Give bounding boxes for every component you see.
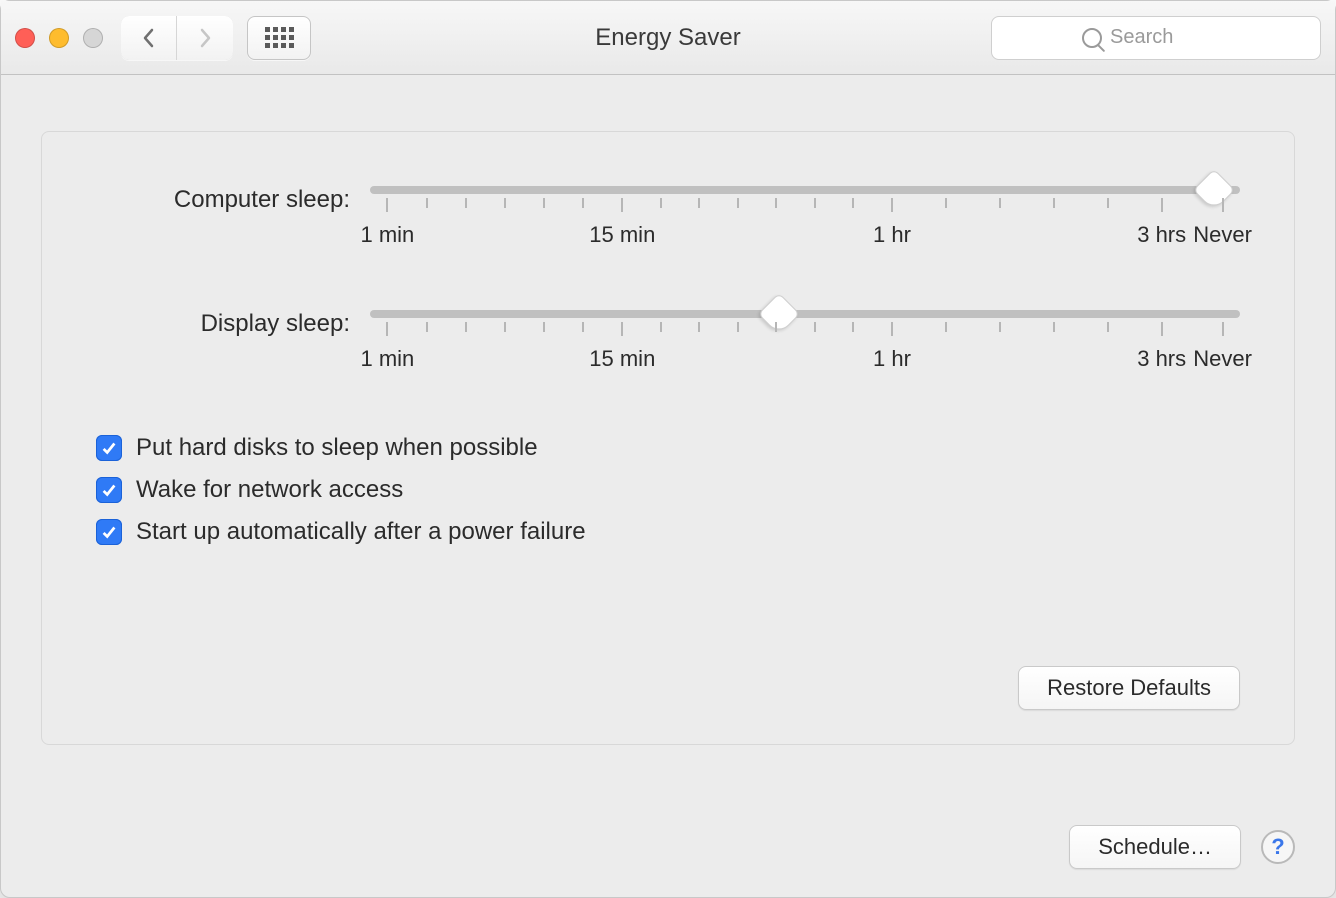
tick-major — [621, 198, 623, 212]
zoom-window-icon — [83, 28, 103, 48]
energy-saver-window: Energy Saver Computer sleep: 1 min 15 min… — [0, 0, 1336, 898]
tick-minor — [660, 322, 662, 332]
restore-row: Restore Defaults — [96, 666, 1240, 710]
settings-panel: Computer sleep: 1 min 15 min 1 hr 3 hrs Neve… — [41, 131, 1295, 745]
slider-tick-label: 1 hr — [873, 346, 911, 372]
restore-defaults-button[interactable]: Restore Defaults — [1018, 666, 1240, 710]
auto-start-checkbox-row[interactable]: Start up automatically after a power fai… — [96, 518, 1240, 546]
tick-minor — [737, 322, 739, 332]
tick-minor — [999, 322, 1001, 332]
tick-minor — [775, 322, 777, 332]
tick-major — [891, 198, 893, 212]
display-sleep-label: Display sleep: — [96, 310, 370, 338]
tick-major — [1161, 198, 1163, 212]
slider-tick-label: 3 hrs — [1137, 222, 1186, 248]
hard-disks-checkbox-row[interactable]: Put hard disks to sleep when possible — [96, 434, 1240, 462]
help-button[interactable]: ? — [1261, 830, 1295, 864]
window-controls — [15, 28, 103, 48]
display-sleep-slider[interactable]: 1 min15 min1 hr3 hrsNever — [370, 310, 1240, 374]
hard-disks-label: Put hard disks to sleep when possible — [136, 434, 538, 462]
tick-minor — [543, 322, 545, 332]
tick-minor — [465, 198, 467, 208]
wake-network-label: Wake for network access — [136, 476, 403, 504]
tick-minor — [814, 198, 816, 208]
slider-tick-label: 15 min — [589, 222, 655, 248]
tick-major — [386, 322, 388, 336]
chevron-left-icon — [141, 26, 157, 50]
tick-minor — [504, 198, 506, 208]
checkmark-icon — [100, 523, 118, 541]
tick-minor — [814, 322, 816, 332]
search-input[interactable] — [1110, 26, 1230, 49]
slider-ticks — [370, 198, 1240, 216]
tick-minor — [698, 198, 700, 208]
tick-minor — [1053, 322, 1055, 332]
tick-minor — [945, 322, 947, 332]
slider-tick-label: 3 hrs — [1137, 346, 1186, 372]
content-area: Computer sleep: 1 min 15 min 1 hr 3 hrs Neve… — [1, 75, 1335, 897]
tick-major — [621, 322, 623, 336]
computer-sleep-row: Computer sleep: 1 min15 min1 hr3 hrsNeve… — [96, 186, 1240, 250]
nav-back-forward — [121, 16, 233, 60]
tick-major — [386, 198, 388, 212]
tick-major — [891, 322, 893, 336]
computer-sleep-label: Computer sleep: — [96, 186, 370, 214]
back-button[interactable] — [121, 16, 177, 60]
slider-tick-label: 15 min — [589, 346, 655, 372]
footer-row: Schedule… ? — [41, 795, 1295, 869]
tick-minor — [737, 198, 739, 208]
tick-minor — [426, 322, 428, 332]
slider-labels: 1 min15 min1 hr3 hrsNever — [370, 222, 1240, 250]
schedule-button[interactable]: Schedule… — [1069, 825, 1241, 869]
tick-minor — [852, 322, 854, 332]
tick-minor — [852, 198, 854, 208]
help-icon: ? — [1271, 834, 1284, 860]
titlebar: Energy Saver — [1, 1, 1335, 75]
tick-minor — [543, 198, 545, 208]
slider-tick-label: 1 min — [360, 346, 414, 372]
computer-sleep-slider[interactable]: 1 min15 min1 hr3 hrsNever — [370, 186, 1240, 250]
slider-track — [370, 186, 1240, 194]
tick-minor — [660, 198, 662, 208]
tick-minor — [1053, 198, 1055, 208]
slider-track — [370, 310, 1240, 318]
checkbox-checked-icon[interactable] — [96, 477, 122, 503]
slider-labels: 1 min15 min1 hr3 hrsNever — [370, 346, 1240, 374]
tick-minor — [1107, 198, 1109, 208]
search-field[interactable] — [991, 16, 1321, 60]
checkmark-icon — [100, 481, 118, 499]
chevron-right-icon — [197, 26, 213, 50]
checkbox-group: Put hard disks to sleep when possible Wa… — [96, 434, 1240, 546]
minimize-window-icon[interactable] — [49, 28, 69, 48]
grid-icon — [265, 27, 294, 48]
slider-ticks — [370, 322, 1240, 340]
tick-minor — [1107, 322, 1109, 332]
forward-button — [177, 16, 233, 60]
tick-major — [1222, 322, 1224, 336]
checkbox-checked-icon[interactable] — [96, 519, 122, 545]
tick-minor — [582, 198, 584, 208]
tick-minor — [775, 198, 777, 208]
show-all-button[interactable] — [247, 16, 311, 60]
slider-tick-label: 1 hr — [873, 222, 911, 248]
checkbox-checked-icon[interactable] — [96, 435, 122, 461]
tick-minor — [582, 322, 584, 332]
slider-tick-label: 1 min — [360, 222, 414, 248]
slider-tick-label: Never — [1193, 346, 1252, 372]
tick-minor — [426, 198, 428, 208]
tick-minor — [945, 198, 947, 208]
auto-start-label: Start up automatically after a power fai… — [136, 518, 586, 546]
tick-major — [1222, 198, 1224, 212]
tick-minor — [999, 198, 1001, 208]
tick-major — [1161, 322, 1163, 336]
slider-tick-label: Never — [1193, 222, 1252, 248]
close-window-icon[interactable] — [15, 28, 35, 48]
tick-minor — [465, 322, 467, 332]
checkmark-icon — [100, 439, 118, 457]
tick-minor — [698, 322, 700, 332]
display-sleep-row: Display sleep: 1 min15 min1 hr3 hrsNever — [96, 310, 1240, 374]
search-icon — [1082, 28, 1102, 48]
tick-minor — [504, 322, 506, 332]
wake-network-checkbox-row[interactable]: Wake for network access — [96, 476, 1240, 504]
